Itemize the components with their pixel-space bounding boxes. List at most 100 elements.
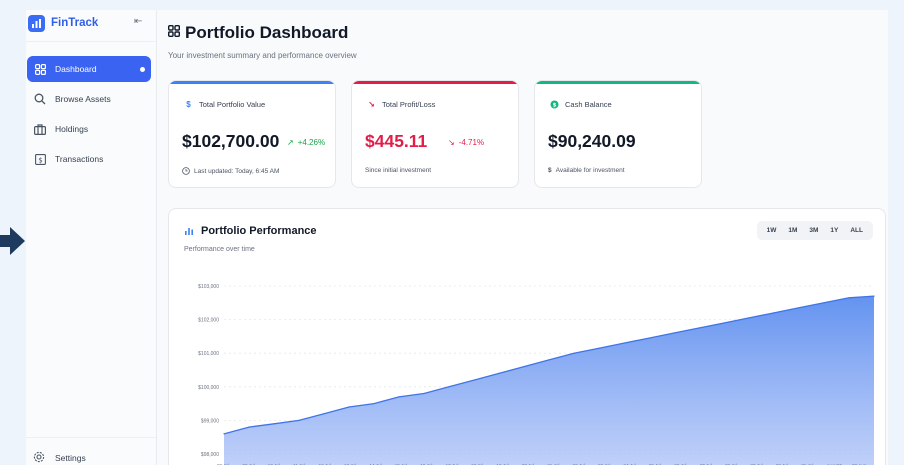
range-1w-button[interactable]: 1W — [761, 227, 783, 234]
performance-title: Portfolio Performance — [184, 225, 317, 237]
data-point — [848, 297, 850, 299]
range-1y-button[interactable]: 1Y — [824, 227, 844, 234]
coin-icon: $ — [550, 100, 559, 109]
card-cash-balance: $ Cash Balance $90,240.09 $ Available fo… — [534, 80, 702, 188]
y-tick-label: $100,000 — [198, 385, 219, 391]
sidebar-item-transactions[interactable]: $ Transactions — [27, 146, 151, 172]
brand-name: FinTrack — [51, 17, 99, 29]
performance-chart: $98,000 $99,000 $100,000 $101,000 $102,000 $1… — [198, 284, 875, 465]
card-note: $ Available for investment — [548, 167, 625, 174]
data-point — [498, 372, 500, 374]
data-point — [373, 403, 375, 405]
data-point — [223, 433, 225, 435]
trend-down-icon: ↘ — [448, 138, 455, 147]
search-icon — [33, 92, 47, 106]
card-note-text: Since initial investment — [365, 167, 432, 174]
card-label-text: Cash Balance — [565, 100, 612, 109]
card-accent-bar — [169, 81, 335, 84]
dollar-icon: $ — [33, 152, 47, 166]
gear-icon — [33, 451, 47, 465]
sidebar: FinTrack ⇤ Dashboard Browse Assets Holdi… — [26, 10, 157, 465]
sidebar-item-dashboard[interactable]: Dashboard — [27, 56, 151, 82]
app-window: FinTrack ⇤ Dashboard Browse Assets Holdi… — [26, 10, 888, 465]
data-point — [798, 307, 800, 309]
page-title-text: Portfolio Dashboard — [185, 23, 349, 42]
data-point — [348, 406, 350, 408]
collapse-sidebar-icon[interactable]: ⇤ — [134, 16, 142, 27]
card-value: $102,700.00 — [182, 131, 280, 151]
performance-panel: $98,000 $99,000 $100,000 $101,000 $102,000 $1… — [168, 208, 886, 465]
y-tick-label: $102,000 — [198, 318, 219, 324]
data-point — [748, 317, 750, 319]
data-point — [398, 396, 400, 398]
sidebar-nav: Dashboard Browse Assets Holdings $ Trans… — [27, 56, 151, 176]
sidebar-item-label: Browse Assets — [55, 94, 111, 104]
active-indicator — [140, 66, 145, 72]
card-accent-bar — [352, 81, 518, 84]
data-point — [648, 337, 650, 339]
card-note-text: Available for investment — [555, 167, 625, 174]
brand[interactable]: FinTrack — [28, 13, 98, 33]
card-accent-bar — [535, 81, 701, 84]
data-point — [423, 392, 425, 395]
y-tick-label: $103,000 — [198, 284, 219, 290]
trend-down-icon: ↘ — [368, 100, 375, 109]
data-point — [298, 419, 300, 421]
data-point — [623, 342, 625, 344]
data-point — [323, 413, 325, 415]
page-subtitle: Your investment summary and performance … — [168, 51, 357, 60]
briefcase-icon — [33, 122, 47, 136]
divider — [26, 437, 156, 438]
sidebar-item-browse-assets[interactable]: Browse Assets — [27, 86, 151, 112]
data-point — [248, 426, 250, 428]
data-point — [573, 352, 575, 354]
divider — [26, 41, 156, 42]
card-label-text: Total Portfolio Value — [199, 100, 266, 109]
sidebar-item-holdings[interactable]: Holdings — [27, 116, 151, 142]
data-point — [523, 366, 525, 368]
arrow-right-icon — [0, 227, 25, 255]
data-point — [598, 347, 600, 349]
grid-icon — [33, 62, 47, 76]
main-content: Portfolio Dashboard Your investment summ… — [157, 10, 888, 465]
data-point — [473, 379, 475, 381]
data-point — [723, 322, 725, 324]
y-tick-label: $99,000 — [201, 418, 219, 424]
sidebar-item-settings[interactable]: Settings — [33, 451, 86, 465]
sidebar-item-label: Holdings — [55, 124, 89, 134]
settings-label: Settings — [55, 453, 86, 463]
performance-title-text: Portfolio Performance — [201, 225, 317, 237]
range-3m-button[interactable]: 3M — [803, 227, 824, 234]
y-tick-label: $98,000 — [201, 452, 219, 458]
bar-chart-icon — [185, 228, 193, 235]
trend-up-icon: ↗ — [287, 138, 294, 147]
sidebar-item-label: Transactions — [55, 154, 104, 164]
y-tick-label: $101,000 — [198, 351, 219, 357]
card-total-profit-loss: ↘ Total Profit/Loss $445.11 ↘ -4.71% Sin… — [351, 80, 519, 188]
card-value: $90,240.09 — [548, 131, 636, 151]
range-1m-button[interactable]: 1M — [782, 227, 803, 234]
grid-icon — [167, 24, 181, 42]
data-point — [873, 295, 875, 297]
card-delta: ↗ +4.26% — [287, 138, 325, 147]
svg-text:$: $ — [38, 156, 42, 164]
card-total-portfolio-value: $ Total Portfolio Value $102,700.00 ↗ +4… — [168, 80, 336, 188]
card-label: $ Total Portfolio Value — [184, 100, 265, 109]
clock-icon — [182, 167, 190, 175]
card-delta-text: +4.26% — [297, 138, 326, 147]
card-note-text: Last updated: Today, 6:45 AM — [194, 167, 280, 175]
performance-subtitle: Performance over time — [184, 246, 255, 253]
range-all-button[interactable]: ALL — [844, 227, 869, 234]
bar-chart-logo-icon — [28, 14, 45, 32]
card-delta-text: -4.71% — [458, 138, 485, 147]
data-point — [273, 423, 275, 425]
card-label: $ Cash Balance — [550, 100, 612, 109]
card-label: ↘ Total Profit/Loss — [367, 100, 435, 109]
page-title: Portfolio Dashboard — [167, 23, 349, 43]
svg-text:$: $ — [553, 103, 557, 109]
card-note: Since initial investment — [365, 167, 431, 174]
data-point — [448, 386, 450, 388]
card-note: Last updated: Today, 6:45 AM — [182, 167, 279, 175]
card-label-text: Total Profit/Loss — [382, 100, 436, 109]
card-delta: ↘ -4.71% — [448, 138, 484, 147]
